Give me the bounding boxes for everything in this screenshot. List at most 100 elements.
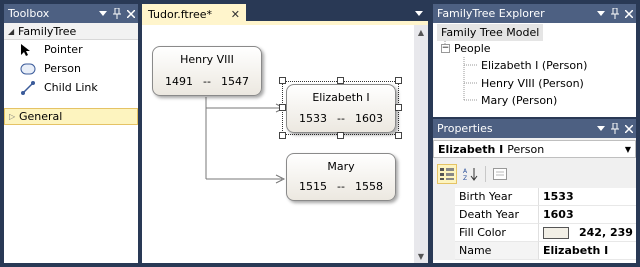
property-value[interactable]: Elizabeth I xyxy=(539,242,636,260)
pin-icon[interactable] xyxy=(110,6,124,21)
birth-year: 1491 xyxy=(165,75,194,88)
toolbox-header: Toolbox xyxy=(4,4,138,23)
property-value[interactable]: 242, 239 xyxy=(539,224,636,242)
selected-object-name: Elizabeth I xyxy=(438,142,504,156)
row-gutter xyxy=(433,224,455,242)
categorized-icon xyxy=(440,168,454,180)
categorized-view-button[interactable] xyxy=(437,164,457,184)
properties-toolbar: AZ xyxy=(433,162,636,186)
close-icon[interactable] xyxy=(124,6,138,21)
close-icon[interactable] xyxy=(622,121,636,136)
pointer-arrow-icon xyxy=(20,42,44,58)
tree-item-label: Elizabeth I (Person) xyxy=(481,59,588,72)
properties-header: Properties xyxy=(433,119,636,138)
row-gutter xyxy=(433,242,455,260)
date-separator: -- xyxy=(337,180,345,193)
resize-handle[interactable] xyxy=(279,77,286,84)
alphabetical-sort-button[interactable]: AZ xyxy=(461,164,481,184)
scroll-down-arrow-icon[interactable]: ▼ xyxy=(414,249,428,263)
date-separator: -- xyxy=(203,75,211,88)
date-separator: -- xyxy=(337,112,345,125)
toolbox-item-label: Person xyxy=(44,62,81,75)
toolbox-item-label: Child Link xyxy=(44,81,98,94)
toolbox-group-familytree[interactable]: ◢ FamilyTree xyxy=(4,23,138,40)
chevron-down-icon: ▼ xyxy=(624,144,631,154)
row-gutter xyxy=(433,206,455,224)
property-name: Name xyxy=(455,242,539,260)
person-shape-henry[interactable]: Henry VIII 1491 -- 1547 xyxy=(152,46,262,96)
resize-handle[interactable] xyxy=(279,104,286,111)
property-grid: Birth Year 1533 Death Year 1603 Fill Col… xyxy=(433,188,636,263)
collapse-minus-icon[interactable]: − xyxy=(441,44,450,53)
property-row-fill-color[interactable]: Fill Color 242, 239 xyxy=(433,224,636,242)
tree-item-person[interactable]: Elizabeth I (Person) xyxy=(481,57,587,74)
sort-az-icon: AZ xyxy=(463,168,478,181)
person-name: Elizabeth I xyxy=(312,91,370,104)
document-menu-dropdown-icon[interactable] xyxy=(412,6,426,20)
pin-icon[interactable] xyxy=(608,6,622,21)
svg-text:A: A xyxy=(463,168,468,175)
tab-label: Tudor.ftree* xyxy=(148,8,213,21)
dropdown-icon[interactable] xyxy=(96,6,110,21)
explorer-header: FamilyTree Explorer xyxy=(433,4,636,23)
person-name: Henry VIII xyxy=(180,53,234,66)
resize-handle[interactable] xyxy=(337,132,344,139)
dropdown-icon[interactable] xyxy=(594,121,608,136)
property-pages-icon xyxy=(493,168,507,180)
resize-handle[interactable] xyxy=(279,132,286,139)
selected-object-type: Person xyxy=(507,142,545,156)
toolbox-group-label: FamilyTree xyxy=(18,24,77,38)
property-row-name[interactable]: Name Elizabeth I xyxy=(433,242,636,260)
resize-handle[interactable] xyxy=(395,132,402,139)
scroll-up-arrow-icon[interactable]: ▲ xyxy=(414,25,428,39)
properties-title: Properties xyxy=(437,122,493,135)
person-dates: 1491 -- 1547 xyxy=(153,75,261,88)
person-dates: 1533 -- 1603 xyxy=(287,112,395,125)
collapse-triangle-icon: ◢ xyxy=(8,26,15,36)
tree-item-person[interactable]: Henry VIII (Person) xyxy=(481,75,584,92)
tree-item-person[interactable]: Mary (Person) xyxy=(481,92,557,109)
property-row-death-year[interactable]: Death Year 1603 xyxy=(433,206,636,224)
expand-triangle-icon: ▷ xyxy=(9,112,16,121)
tree-item-label: Mary (Person) xyxy=(481,94,558,107)
tab-close-icon[interactable]: ✕ xyxy=(231,8,240,21)
diagram-canvas[interactable]: Henry VIII 1491 -- 1547 Elizabeth I 1533… xyxy=(142,25,414,263)
death-year: 1558 xyxy=(354,180,383,193)
toolbox-group-general[interactable]: ▷ General xyxy=(4,108,138,125)
toolbox-item-child-link[interactable]: Child Link xyxy=(4,78,138,97)
property-pages-button[interactable] xyxy=(490,164,510,184)
svg-text:Z: Z xyxy=(463,175,467,181)
toolbox-item-pointer[interactable]: Pointer xyxy=(4,40,138,59)
death-year: 1547 xyxy=(220,75,249,88)
toolbox-title: Toolbox xyxy=(8,7,50,20)
toolbox-item-person[interactable]: Person xyxy=(4,59,138,78)
row-gutter xyxy=(433,188,455,206)
explorer-title: FamilyTree Explorer xyxy=(437,7,545,20)
person-name: Mary xyxy=(327,160,355,173)
property-name: Birth Year xyxy=(455,188,539,206)
connector-icon xyxy=(20,80,44,96)
tree-folder-people[interactable]: − People xyxy=(441,40,491,57)
resize-handle[interactable] xyxy=(395,77,402,84)
property-name: Death Year xyxy=(455,206,539,224)
dropdown-icon[interactable] xyxy=(594,6,608,21)
color-swatch[interactable] xyxy=(543,226,569,239)
property-value[interactable]: 1603 xyxy=(539,206,636,224)
close-icon[interactable] xyxy=(622,6,636,21)
vertical-scrollbar[interactable]: ▲ ▼ xyxy=(414,25,428,263)
resize-handle[interactable] xyxy=(337,77,344,84)
tree-item-label: Henry VIII (Person) xyxy=(481,77,584,90)
toolbox-group-label: General xyxy=(19,110,63,123)
toolbox-item-label: Pointer xyxy=(44,43,83,56)
birth-year: 1515 xyxy=(299,180,328,193)
resize-handle[interactable] xyxy=(395,104,402,111)
person-shape-mary[interactable]: Mary 1515 -- 1558 xyxy=(286,153,396,201)
object-selector-dropdown[interactable]: Elizabeth I Person ▼ xyxy=(433,140,636,158)
property-row-birth-year[interactable]: Birth Year 1533 xyxy=(433,188,636,206)
death-year: 1603 xyxy=(354,112,383,125)
color-value: 242, 239 xyxy=(579,226,633,239)
person-shape-elizabeth[interactable]: Elizabeth I 1533 -- 1603 xyxy=(286,84,396,133)
property-value[interactable]: 1533 xyxy=(539,188,636,206)
tree-root-item[interactable]: Family Tree Model xyxy=(437,24,544,41)
pin-icon[interactable] xyxy=(608,121,622,136)
